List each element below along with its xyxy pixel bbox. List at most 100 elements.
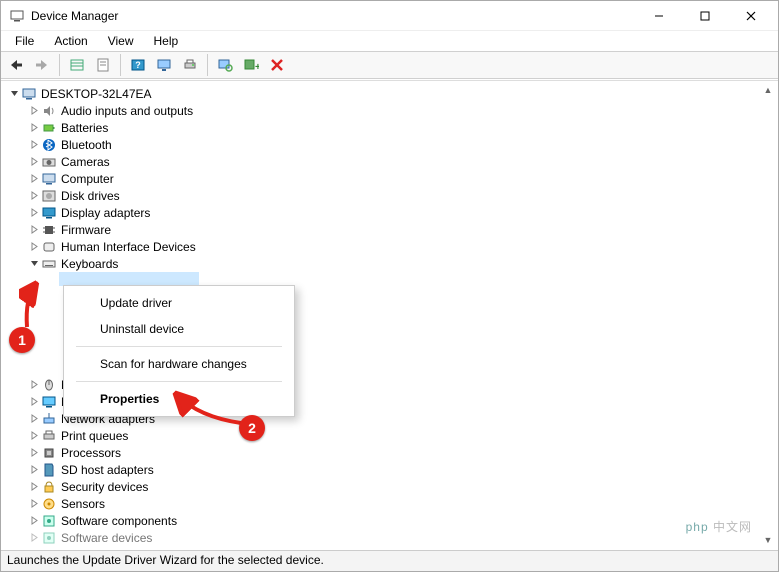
statusbar: Launches the Update Driver Wizard for th… xyxy=(1,550,778,571)
tree-node[interactable]: Software devices xyxy=(1,529,778,546)
camera-icon xyxy=(41,154,57,170)
lock-icon xyxy=(41,479,57,495)
hid-icon xyxy=(41,239,57,255)
tree-node-label: Audio inputs and outputs xyxy=(61,104,193,118)
tree-node-label: DESKTOP-32L47EA xyxy=(41,87,152,101)
chevron-right-icon[interactable] xyxy=(27,516,41,525)
context-menu-separator xyxy=(76,381,282,382)
tree-node[interactable]: Sensors xyxy=(1,495,778,512)
scrollbar[interactable]: ▲ ▼ xyxy=(760,82,776,548)
maximize-button[interactable] xyxy=(682,1,728,31)
window-controls xyxy=(636,1,774,31)
minimize-button[interactable] xyxy=(636,1,682,31)
tree-node[interactable]: Batteries xyxy=(1,119,778,136)
keyboard-icon xyxy=(41,256,57,272)
tree-node[interactable]: Processors xyxy=(1,444,778,461)
chevron-right-icon[interactable] xyxy=(27,242,41,251)
network-icon xyxy=(41,411,57,427)
bluetooth-icon xyxy=(41,137,57,153)
chevron-right-icon[interactable] xyxy=(27,380,41,389)
tree-node[interactable]: Keyboards xyxy=(1,255,778,272)
chevron-right-icon[interactable] xyxy=(27,123,41,132)
mouse-icon xyxy=(41,377,57,393)
tree-node[interactable] xyxy=(59,272,199,286)
tree-node-label: Cameras xyxy=(61,155,110,169)
chevron-right-icon[interactable] xyxy=(27,174,41,183)
computer-icon xyxy=(41,171,57,187)
show-hidden-button[interactable] xyxy=(65,53,89,77)
tree-node-label: Batteries xyxy=(61,121,108,135)
cpu-icon xyxy=(41,445,57,461)
tree-node-label: Firmware xyxy=(61,223,111,237)
print-button[interactable] xyxy=(178,53,202,77)
chevron-down-icon[interactable] xyxy=(27,259,41,268)
display-icon xyxy=(41,205,57,221)
tree-node[interactable]: Firmware xyxy=(1,221,778,238)
battery-icon xyxy=(41,120,57,136)
monitor-icon xyxy=(41,394,57,410)
menu-action[interactable]: Action xyxy=(44,32,97,50)
ctx-update-driver[interactable]: Update driver xyxy=(64,290,294,316)
chevron-right-icon[interactable] xyxy=(27,157,41,166)
svg-text:+: + xyxy=(255,62,259,72)
monitor-button[interactable] xyxy=(152,53,176,77)
chevron-right-icon[interactable] xyxy=(27,414,41,423)
chevron-right-icon[interactable] xyxy=(27,106,41,115)
chevron-right-icon[interactable] xyxy=(27,208,41,217)
callout-2: 2 xyxy=(239,415,265,441)
add-hardware-button[interactable]: + xyxy=(239,53,263,77)
window-title: Device Manager xyxy=(31,9,636,23)
close-button[interactable] xyxy=(728,1,774,31)
watermark: php php 中文网中文网 xyxy=(670,512,768,541)
app-icon xyxy=(9,8,25,24)
computer-icon xyxy=(21,86,37,102)
chevron-right-icon[interactable] xyxy=(27,397,41,406)
remove-button[interactable] xyxy=(265,53,289,77)
tree-node[interactable]: Cameras xyxy=(1,153,778,170)
back-button[interactable] xyxy=(4,53,28,77)
tree-node[interactable]: Print queues xyxy=(1,427,778,444)
chevron-right-icon[interactable] xyxy=(27,482,41,491)
ctx-scan-hardware[interactable]: Scan for hardware changes xyxy=(64,351,294,377)
status-text: Launches the Update Driver Wizard for th… xyxy=(7,553,324,567)
menu-help[interactable]: Help xyxy=(144,32,189,50)
menu-file[interactable]: File xyxy=(5,32,44,50)
chevron-right-icon[interactable] xyxy=(27,431,41,440)
tree-node[interactable]: Computer xyxy=(1,170,778,187)
tree-node[interactable]: Audio inputs and outputs xyxy=(1,102,778,119)
sensor-icon xyxy=(41,496,57,512)
tree-node[interactable]: DESKTOP-32L47EA xyxy=(1,85,778,102)
tree-node[interactable]: Bluetooth xyxy=(1,136,778,153)
forward-button[interactable] xyxy=(30,53,54,77)
tree-node[interactable]: Software components xyxy=(1,512,778,529)
tree-node[interactable]: Display adapters xyxy=(1,204,778,221)
tree-node-label: Software components xyxy=(61,514,177,528)
menu-view[interactable]: View xyxy=(98,32,144,50)
toolbar-separator xyxy=(120,54,121,76)
tree-node[interactable]: SD host adapters xyxy=(1,461,778,478)
tree-node-label: Computer xyxy=(61,172,114,186)
tree-node-label: Software devices xyxy=(61,531,152,545)
tree-node-label: Security devices xyxy=(61,480,148,494)
menubar: File Action View Help xyxy=(1,31,778,51)
chevron-right-icon[interactable] xyxy=(27,191,41,200)
chevron-right-icon[interactable] xyxy=(27,448,41,457)
properties-button[interactable] xyxy=(91,53,115,77)
chevron-down-icon[interactable] xyxy=(7,89,21,98)
tree-node[interactable]: Human Interface Devices xyxy=(1,238,778,255)
tree-node[interactable]: Disk drives xyxy=(1,187,778,204)
tree-node-label: SD host adapters xyxy=(61,463,154,477)
scroll-up-icon[interactable]: ▲ xyxy=(760,82,776,98)
chevron-right-icon[interactable] xyxy=(27,533,41,542)
help-button[interactable]: ? xyxy=(126,53,150,77)
chevron-right-icon[interactable] xyxy=(27,465,41,474)
chevron-right-icon[interactable] xyxy=(27,499,41,508)
titlebar: Device Manager xyxy=(1,1,778,31)
tree-node-label: Bluetooth xyxy=(61,138,112,152)
ctx-uninstall-device[interactable]: Uninstall device xyxy=(64,316,294,342)
tree-node[interactable]: Security devices xyxy=(1,478,778,495)
chevron-right-icon[interactable] xyxy=(27,225,41,234)
scan-hardware-button[interactable] xyxy=(213,53,237,77)
chevron-right-icon[interactable] xyxy=(27,140,41,149)
tree-node-label: Processors xyxy=(61,446,121,460)
